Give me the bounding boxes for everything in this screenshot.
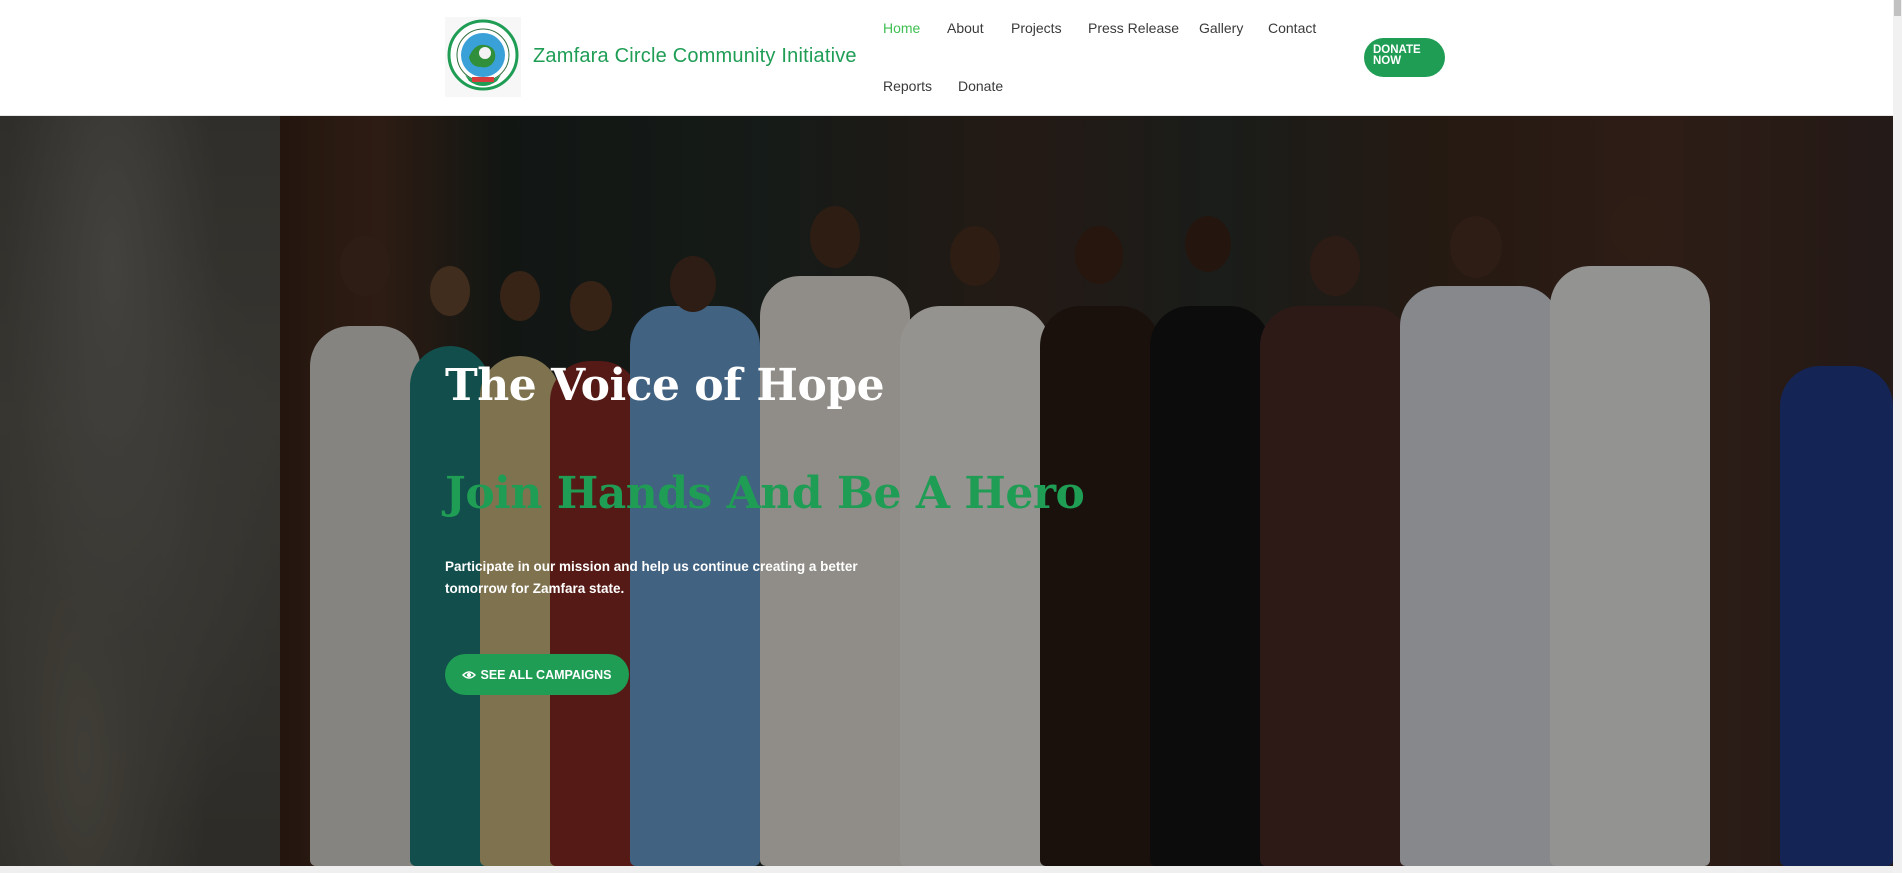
nav-about[interactable]: About (947, 20, 984, 36)
hero-section: The Voice of Hope Join Hands And Be A He… (0, 116, 1893, 866)
page-bottom-strip (0, 866, 1893, 873)
nav-projects[interactable]: Projects (1011, 20, 1062, 36)
zamfara-circle-logo[interactable] (445, 17, 521, 97)
hero-content: The Voice of Hope Join Hands And Be A He… (445, 116, 1145, 866)
site-header: Zamfara Circle Community Initiative Home… (0, 0, 1893, 116)
nav-reports[interactable]: Reports (883, 78, 932, 94)
nav-gallery[interactable]: Gallery (1199, 20, 1243, 36)
vertical-scrollbar[interactable] (1893, 0, 1902, 873)
scrollbar-thumb[interactable] (1894, 0, 1901, 16)
nav-press-release[interactable]: Press Release (1088, 20, 1179, 36)
hero-title: The Voice of Hope (445, 360, 885, 411)
hero-subtitle: Join Hands And Be A Hero (445, 468, 1085, 519)
see-all-campaigns-label: SEE ALL CAMPAIGNS (480, 667, 612, 682)
nav-donate[interactable]: Donate (958, 78, 1003, 94)
see-all-campaigns-button[interactable]: SEE ALL CAMPAIGNS (445, 654, 629, 695)
site-title[interactable]: Zamfara Circle Community Initiative (533, 45, 857, 68)
nav-contact[interactable]: Contact (1268, 20, 1316, 36)
hero-description: Participate in our mission and help us c… (445, 559, 858, 596)
donate-now-button[interactable]: DONATE NOW (1364, 38, 1445, 77)
nav-home[interactable]: Home (883, 20, 920, 36)
eye-icon (462, 670, 477, 679)
